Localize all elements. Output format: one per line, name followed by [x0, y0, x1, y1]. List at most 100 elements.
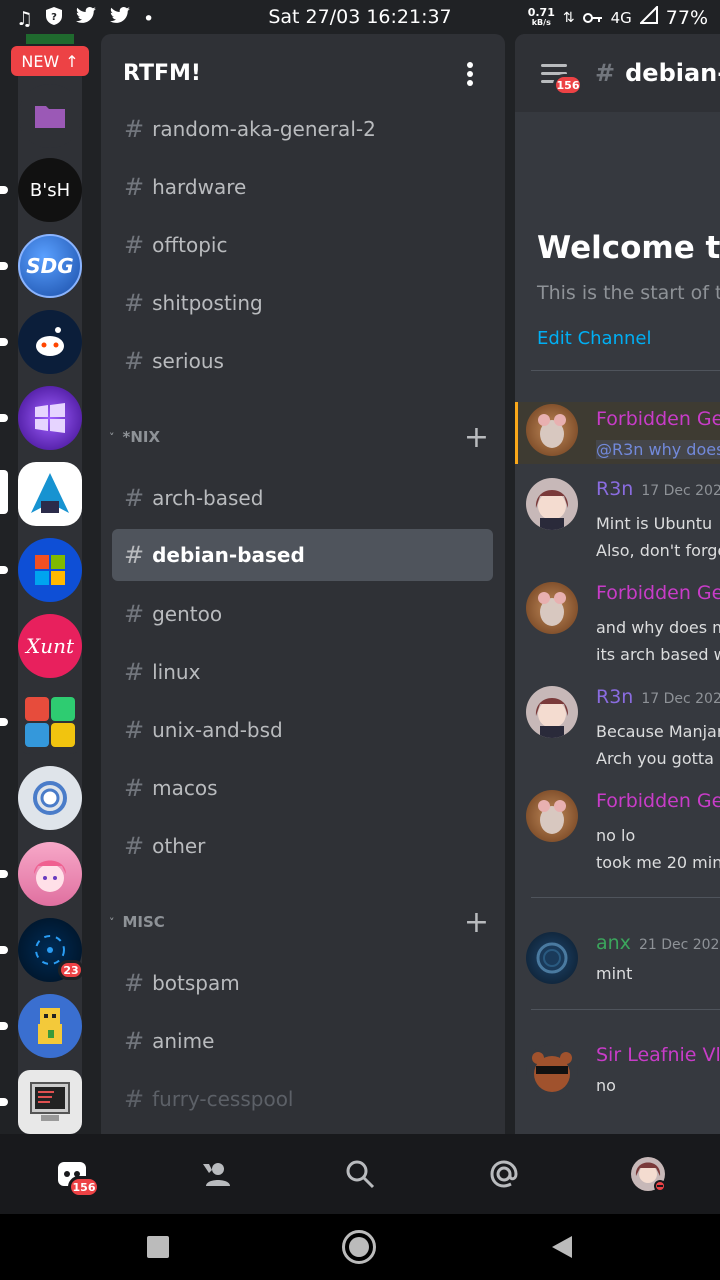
- unread-indicator: [0, 338, 8, 346]
- server-rtfm[interactable]: [18, 462, 82, 526]
- channel-item-active[interactable]: # debian-based: [112, 529, 493, 581]
- reddit-alien-icon: [36, 327, 64, 356]
- hash-icon: #: [124, 289, 145, 317]
- hash-icon: #: [124, 716, 145, 744]
- message-item[interactable]: Forbidden Gecko @R3n why does: [515, 402, 720, 464]
- hash-icon: #: [124, 600, 145, 628]
- channel-item[interactable]: # unix-and-bsd: [112, 704, 493, 756]
- unread-indicator: [0, 1022, 8, 1030]
- search-icon: [346, 1160, 375, 1189]
- edit-channel-link[interactable]: Edit Channel: [537, 328, 651, 349]
- server-legacy-jailbreak[interactable]: [18, 310, 82, 374]
- channel-item[interactable]: # linux: [112, 646, 493, 698]
- back-icon[interactable]: [552, 1236, 572, 1258]
- channel-list-panel: RTFM! # random-aka-general-2 # hardware # o…: [101, 34, 505, 1134]
- avatar[interactable]: [526, 932, 578, 984]
- avatar[interactable]: [526, 686, 578, 738]
- network-type: 4G: [610, 8, 632, 27]
- folder-icon: [35, 106, 65, 128]
- nav-mentions[interactable]: [484, 1154, 524, 1194]
- channel-item[interactable]: # hardware: [112, 161, 493, 213]
- hash-icon: #: [124, 969, 145, 997]
- server-windows-colorful[interactable]: [18, 690, 82, 754]
- avatar[interactable]: [526, 1044, 578, 1096]
- anime-girl-avatar-icon: [535, 698, 569, 738]
- friends-icon: [203, 1163, 230, 1186]
- message-item[interactable]: Sir Leafnie Vla no: [515, 1044, 720, 1104]
- message-item[interactable]: R3n17 Dec 2020 Mint is Ubuntu Also, don'…: [515, 478, 720, 568]
- divider: [531, 897, 720, 898]
- message-item[interactable]: Forbidden Gecko no lo took me 20 min: [515, 790, 720, 880]
- server-header[interactable]: RTFM!: [101, 34, 505, 110]
- server-icon-partial[interactable]: [26, 34, 74, 44]
- server-rail: NEW ↑ B'sH SDG Xunt 23: [0, 34, 100, 1134]
- folder-server[interactable]: [18, 84, 82, 148]
- server-windows[interactable]: [18, 538, 82, 602]
- message-item[interactable]: R3n17 Dec 2020 Because Manjar Arch you g…: [515, 686, 720, 776]
- nav-profile[interactable]: [628, 1154, 668, 1194]
- hash-icon: #: [124, 1027, 145, 1055]
- server-anime-avatar[interactable]: [18, 842, 82, 906]
- nav-friends[interactable]: [196, 1154, 236, 1194]
- add-channel-icon[interactable]: +: [464, 420, 489, 455]
- unread-badge: 156: [553, 74, 583, 96]
- data-arrows-icon: ⇅: [562, 9, 575, 26]
- vortex-avatar-icon: [536, 942, 568, 974]
- user-mention[interactable]: @R3n why does: [596, 440, 720, 459]
- xunt-logo-icon: Xunt: [25, 634, 75, 658]
- new-unreads-button[interactable]: NEW ↑: [11, 46, 89, 76]
- server-sdg[interactable]: SDG: [18, 234, 82, 298]
- unread-indicator: [0, 1098, 8, 1106]
- server-retro-web[interactable]: [18, 1070, 82, 1134]
- category-nix[interactable]: ˅ *NIX +: [109, 420, 497, 455]
- channel-item[interactable]: # random-aka-general-2: [112, 103, 493, 155]
- recent-apps-icon[interactable]: [147, 1236, 169, 1258]
- channel-item[interactable]: # botspam: [112, 957, 493, 1009]
- avatar[interactable]: [526, 478, 578, 530]
- server-windows-purple[interactable]: [18, 386, 82, 450]
- category-misc[interactable]: ˅ MISC +: [109, 905, 497, 940]
- channel-item[interactable]: # offtopic: [112, 219, 493, 271]
- anime-girl-avatar-icon: [535, 490, 569, 530]
- unread-indicator: [0, 414, 8, 422]
- hash-icon: #: [124, 347, 145, 375]
- home-icon[interactable]: [342, 1230, 376, 1264]
- server-chromium[interactable]: [18, 766, 82, 830]
- windows-logo-icon: [35, 555, 65, 585]
- selected-indicator: [0, 470, 8, 514]
- add-channel-icon[interactable]: +: [464, 905, 489, 940]
- tiles-logo-icon: [25, 697, 75, 747]
- message-item[interactable]: anx 21 Dec 2020 mint: [515, 932, 720, 992]
- unread-indicator: [0, 262, 8, 270]
- server-bsh[interactable]: B'sH: [18, 158, 82, 222]
- message-item[interactable]: Forbidden Gecko and why does m its arch …: [515, 582, 720, 672]
- channel-start-text: This is the start of the #debian-based c…: [537, 282, 720, 304]
- server-pixel-bear[interactable]: [18, 994, 82, 1058]
- chat-channel-title: #debian-based: [595, 59, 720, 87]
- unread-indicator: [0, 946, 8, 954]
- more-options-icon[interactable]: [465, 62, 475, 88]
- nav-search[interactable]: [340, 1154, 380, 1194]
- server-xunt[interactable]: Xunt: [18, 614, 82, 678]
- channel-item[interactable]: # gentoo: [112, 588, 493, 640]
- avatar[interactable]: [526, 582, 578, 634]
- avatar[interactable]: [526, 404, 578, 456]
- arrow-up-icon: ↑: [65, 51, 79, 71]
- net-speed: 0.71 kB/s: [527, 5, 555, 27]
- channel-item[interactable]: # arch-based: [112, 472, 493, 524]
- channel-item-muted[interactable]: # furry-cesspool: [112, 1073, 493, 1125]
- channel-item[interactable]: # serious: [112, 335, 493, 387]
- system-navigation-bar: [0, 1214, 720, 1280]
- battery-level: 77%: [665, 6, 708, 29]
- mention-badge: 23: [58, 960, 84, 980]
- bear-sunglasses-avatar-icon: [532, 1052, 572, 1092]
- channel-item[interactable]: # macos: [112, 762, 493, 814]
- chat-header: 156 #debian-based: [515, 34, 720, 112]
- channel-item[interactable]: # anime: [112, 1015, 493, 1067]
- channel-item[interactable]: # shitposting: [112, 277, 493, 329]
- channel-item[interactable]: # other: [112, 820, 493, 872]
- hash-icon: #: [124, 658, 145, 686]
- avatar[interactable]: [526, 790, 578, 842]
- unread-indicator: [0, 718, 8, 726]
- hash-icon: #: [124, 484, 145, 512]
